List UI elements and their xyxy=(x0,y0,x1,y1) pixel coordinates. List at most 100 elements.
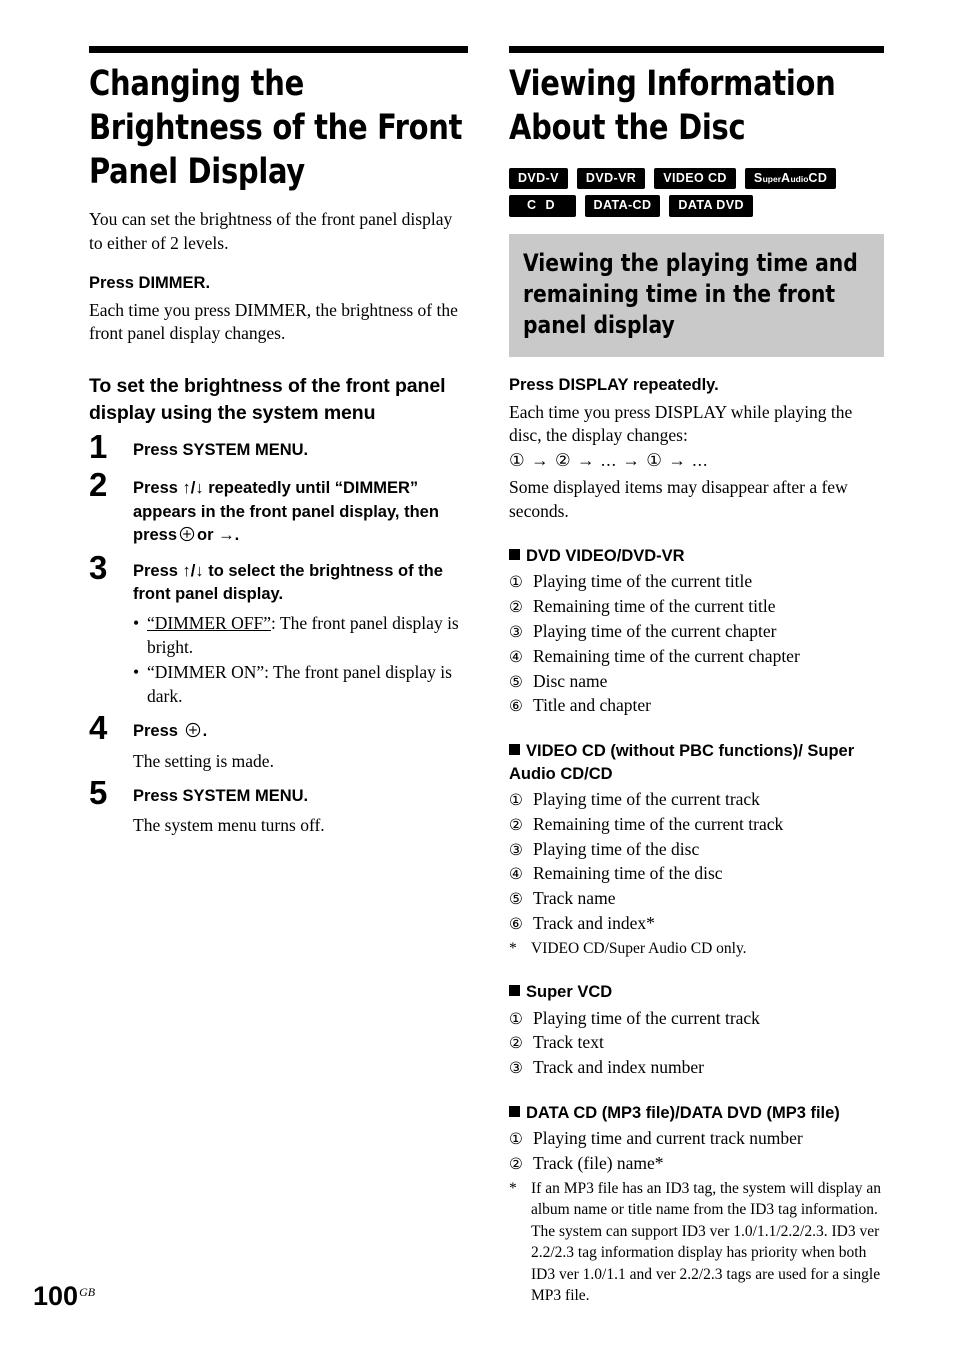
list-item-text: Playing time and current track number xyxy=(533,1128,803,1149)
step-4-text-after: . xyxy=(202,722,208,741)
badge-dvd-v: DVD-V xyxy=(509,167,568,190)
list-item-text: Remaining time of the current chapter xyxy=(533,645,800,666)
square-bullet-icon xyxy=(509,549,520,560)
square-bullet-icon xyxy=(509,1106,520,1118)
badge-data-cd: DATA-CD xyxy=(584,195,661,217)
list-item: ④ Remaining time of the disc xyxy=(509,861,884,886)
section-dvd-video-heading-text: DVD VIDEO/DVD-VR xyxy=(526,547,685,565)
circled-number-icon: ③ xyxy=(509,622,523,641)
page-number: 100GB xyxy=(33,1283,95,1310)
display-sequence: ① → ② → ... → ① → ... xyxy=(509,449,709,470)
circled-number-icon: ③ xyxy=(509,1059,523,1078)
circled-number-icon: ④ xyxy=(509,647,523,666)
list-item-text: Remaining time of the current title xyxy=(533,596,776,617)
list-item: ⑥ Track and index* xyxy=(509,911,884,936)
step-1-number: 1 xyxy=(89,428,108,466)
section-super-vcd-heading: Super VCD xyxy=(509,981,884,1003)
circled-number-icon: ① xyxy=(509,790,523,809)
step-2-text: Press ↑/↓ repeatedly until “DIMMER” appe… xyxy=(133,477,468,547)
list-item: ② Remaining time of the current title xyxy=(509,594,884,619)
step-2-number: 2 xyxy=(89,466,108,504)
display-sequence-note: Some displayed items may disappear after… xyxy=(509,477,848,521)
list-item: ④ Remaining time of the current chapter xyxy=(509,644,884,669)
press-display-heading: Press DISPLAY repeatedly. xyxy=(509,376,719,395)
step-4-text-before: Press xyxy=(133,722,178,741)
bullet-dimmer-off-label: “DIMMER OFF” xyxy=(147,613,271,634)
footnote-video-cd: * VIDEO CD/Super Audio CD only. xyxy=(509,938,884,959)
step-3-number: 3 xyxy=(89,548,108,586)
circled-number-icon: ② xyxy=(509,1034,523,1053)
section-data-cd-heading: DATA CD (MP3 file)/DATA DVD (MP3 file) xyxy=(509,1102,884,1124)
circled-number-icon: ⑥ xyxy=(509,915,523,934)
enter-button-icon xyxy=(179,526,195,542)
footnote-line: If an MP3 file has an ID3 tag, the syste… xyxy=(531,1180,881,1219)
press-display-body: Each time you press DISPLAY while playin… xyxy=(509,401,853,446)
circled-number-icon: ③ xyxy=(509,840,523,859)
list-item-text: Playing time of the current track xyxy=(533,1007,760,1028)
step-2-text-after: or →. xyxy=(197,526,240,545)
page-title-left: Changing the Brightness of the Front Pan… xyxy=(89,64,463,192)
list-item-text: Playing time of the current chapter xyxy=(533,620,777,641)
list-item: ② Track text xyxy=(509,1030,884,1055)
list-item-text: Playing time of the current track xyxy=(533,788,760,809)
step-5-text: Press SYSTEM MENU. xyxy=(133,786,309,805)
circled-number-icon: ⑤ xyxy=(509,672,523,691)
section-super-vcd: Super VCD ① Playing time of the current t… xyxy=(509,981,884,1080)
badge-cd: C D xyxy=(509,195,576,217)
circled-number-icon: ② xyxy=(509,815,523,834)
list-item-text: Track (file) name* xyxy=(533,1153,664,1174)
list-item: ② Remaining time of the current track xyxy=(509,812,884,837)
badge-data-dvd: DATA DVD xyxy=(669,195,753,217)
list-item: ⑥ Title and chapter xyxy=(509,693,884,718)
right-column: Viewing Information About the Disc DVD-V… xyxy=(509,46,884,1306)
section-dvd-video-list: ① Playing time of the current title ② Rema… xyxy=(509,569,884,718)
step-4-text: Press . xyxy=(133,720,468,743)
badge-super-audio-cd: SuperAudioCD xyxy=(744,167,837,190)
section-dvd-video-heading: DVD VIDEO/DVD-VR xyxy=(509,545,884,567)
section-super-vcd-heading-text: Super VCD xyxy=(526,983,613,1002)
section-data-cd-heading-text: DATA CD (MP3 file)/DATA DVD (MP3 file) xyxy=(526,1104,840,1123)
circled-number-icon: ① xyxy=(509,1009,523,1028)
list-item: ③ Track and index number xyxy=(509,1055,884,1080)
section-video-cd: VIDEO CD (without PBC functions)/ Super … xyxy=(509,740,884,959)
badge-dvd-vr: DVD-VR xyxy=(576,167,646,190)
section-video-cd-heading-text: VIDEO CD (without PBC functions)/ Super … xyxy=(509,742,855,783)
circled-number-icon: ⑥ xyxy=(509,697,523,716)
footnote-text: If an MP3 file has an ID3 tag, the syste… xyxy=(531,1178,884,1306)
heading-rule-left xyxy=(89,46,468,53)
circled-number-icon: ② xyxy=(509,1155,523,1174)
list-item-text: Playing time of the disc xyxy=(533,838,700,859)
section-video-cd-list: ① Playing time of the current track ② Rema… xyxy=(509,787,884,936)
step-5: 5 Press SYSTEM MENU. The system menu tur… xyxy=(89,776,468,838)
list-item: ③ Playing time of the disc xyxy=(509,837,884,862)
list-item: ③ Playing time of the current chapter xyxy=(509,619,884,644)
step-1: 1 Press SYSTEM MENU. xyxy=(89,430,468,465)
section-data-cd-list: ① Playing time and current track number ②… xyxy=(509,1126,884,1176)
square-bullet-icon xyxy=(509,744,520,756)
press-dimmer-body: Each time you press DIMMER, the brightne… xyxy=(89,299,458,343)
step-4-number: 4 xyxy=(89,709,108,747)
list-item-text: Disc name xyxy=(533,670,608,691)
bullet-dimmer-off: “DIMMER OFF”: The front panel display is… xyxy=(133,612,468,659)
left-column: Changing the Brightness of the Front Pan… xyxy=(89,46,468,838)
intro-paragraph: You can set the brightness of the front … xyxy=(89,209,453,253)
step-3: 3 Press ↑/↓ to select the brightness of … xyxy=(89,551,468,709)
list-item: ② Track (file) name* xyxy=(509,1151,884,1176)
enter-button-icon xyxy=(185,722,201,738)
list-item: ① Playing time of the current title xyxy=(509,569,884,594)
list-item-text: Title and chapter xyxy=(533,695,651,716)
page-number-suffix: GB xyxy=(79,1285,96,1299)
step-5-note: The system menu turns off. xyxy=(133,815,325,836)
list-item: ① Playing time of the current track xyxy=(509,1006,884,1031)
badge-video-cd: VIDEO CD xyxy=(654,167,736,190)
step-4: 4 Press . The setting is made. xyxy=(89,711,468,773)
footnote-text: VIDEO CD/Super Audio CD only. xyxy=(531,939,747,957)
bullet-dimmer-on-label: “DIMMER ON” xyxy=(147,662,265,683)
list-item-text: Playing time of the current title xyxy=(533,571,753,592)
circled-number-icon: ① xyxy=(509,1130,523,1149)
circled-number-icon: ① xyxy=(509,573,523,592)
circled-number-icon: ⑤ xyxy=(509,890,523,909)
step-3-bullets: “DIMMER OFF”: The front panel display is… xyxy=(133,612,468,708)
bullet-dimmer-on: “DIMMER ON”: The front panel display is … xyxy=(133,661,468,708)
disc-type-badges: DVD-V DVD-VR VIDEO CD SuperAudioCD C D D… xyxy=(509,167,889,217)
